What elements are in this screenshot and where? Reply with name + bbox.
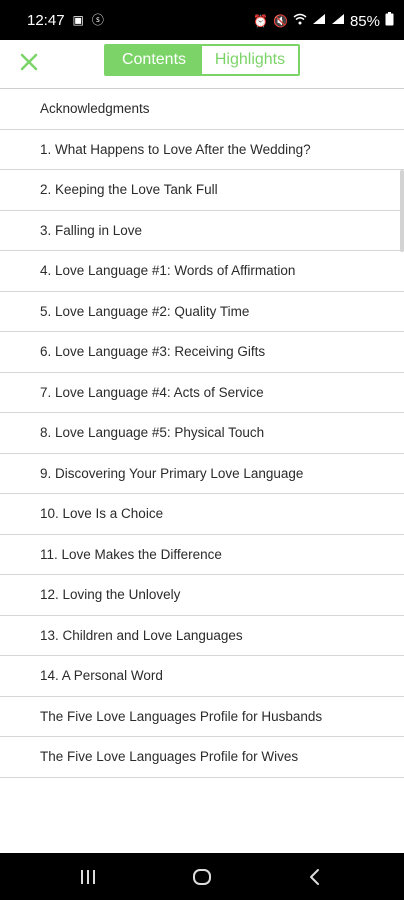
signal-icon-2 <box>331 13 345 29</box>
tab-contents[interactable]: Contents <box>106 46 202 74</box>
signal-icon <box>312 13 326 29</box>
toc-item-chapter-14[interactable]: 14. A Personal Word <box>0 656 404 697</box>
toc-item-profile-wives[interactable]: The Five Love Languages Profile for Wive… <box>0 737 404 778</box>
tab-highlights[interactable]: Highlights <box>202 46 298 74</box>
recent-apps-button[interactable] <box>75 864 101 890</box>
toc-item-chapter-8[interactable]: 8. Love Language #5: Physical Touch <box>0 413 404 454</box>
wifi-icon <box>293 13 307 29</box>
close-button[interactable] <box>15 48 43 76</box>
toc-item-chapter-10[interactable]: 10. Love Is a Choice <box>0 494 404 535</box>
status-left: 12:47 ▣ ⓢ <box>27 12 104 29</box>
header: Contents Highlights <box>0 40 404 88</box>
toc-item-chapter-3[interactable]: 3. Falling in Love <box>0 211 404 251</box>
toc-item-chapter-12[interactable]: 12. Loving the Unlovely <box>0 575 404 616</box>
toc-item-acknowledgments[interactable]: Acknowledgments <box>0 89 404 130</box>
tab-switcher: Contents Highlights <box>104 44 300 76</box>
s-app-icon: ⓢ <box>91 13 104 27</box>
toc-item-profile-husbands[interactable]: The Five Love Languages Profile for Husb… <box>0 697 404 737</box>
toc-item-chapter-11[interactable]: 11. Love Makes the Difference <box>0 535 404 575</box>
notification-icon: ▣ <box>72 13 84 27</box>
close-icon <box>20 53 38 71</box>
toc-item-chapter-4[interactable]: 4. Love Language #1: Words of Affirmatio… <box>0 251 404 292</box>
scroll-indicator[interactable] <box>400 170 404 252</box>
back-button[interactable] <box>302 864 328 890</box>
back-icon <box>310 869 319 885</box>
alarm-icon: ⏰ <box>253 13 269 28</box>
home-icon <box>193 869 211 885</box>
recent-apps-icon <box>81 870 95 884</box>
toc-item-chapter-13[interactable]: 13. Children and Love Languages <box>0 616 404 656</box>
status-right: ⏰ 🔇 85% <box>253 12 394 30</box>
mute-icon: 🔇 <box>273 13 288 28</box>
home-button[interactable] <box>189 864 215 890</box>
toc-item-chapter-5[interactable]: 5. Love Language #2: Quality Time <box>0 292 404 332</box>
battery-icon <box>385 12 394 30</box>
toc-item-chapter-2[interactable]: 2. Keeping the Love Tank Full <box>0 170 404 211</box>
toc-item-chapter-6[interactable]: 6. Love Language #3: Receiving Gifts <box>0 332 404 373</box>
battery-level: 85% <box>349 12 380 30</box>
status-bar: 12:47 ▣ ⓢ ⏰ 🔇 85% <box>0 0 404 40</box>
toc-item-chapter-9[interactable]: 9. Discovering Your Primary Love Languag… <box>0 454 404 494</box>
contents-list: Acknowledgments 1. What Happens to Love … <box>0 88 404 778</box>
clock: 12:47 <box>27 12 65 29</box>
toc-item-chapter-7[interactable]: 7. Love Language #4: Acts of Service <box>0 373 404 413</box>
toc-item-chapter-1[interactable]: 1. What Happens to Love After the Weddin… <box>0 130 404 170</box>
navigation-bar <box>0 853 404 900</box>
